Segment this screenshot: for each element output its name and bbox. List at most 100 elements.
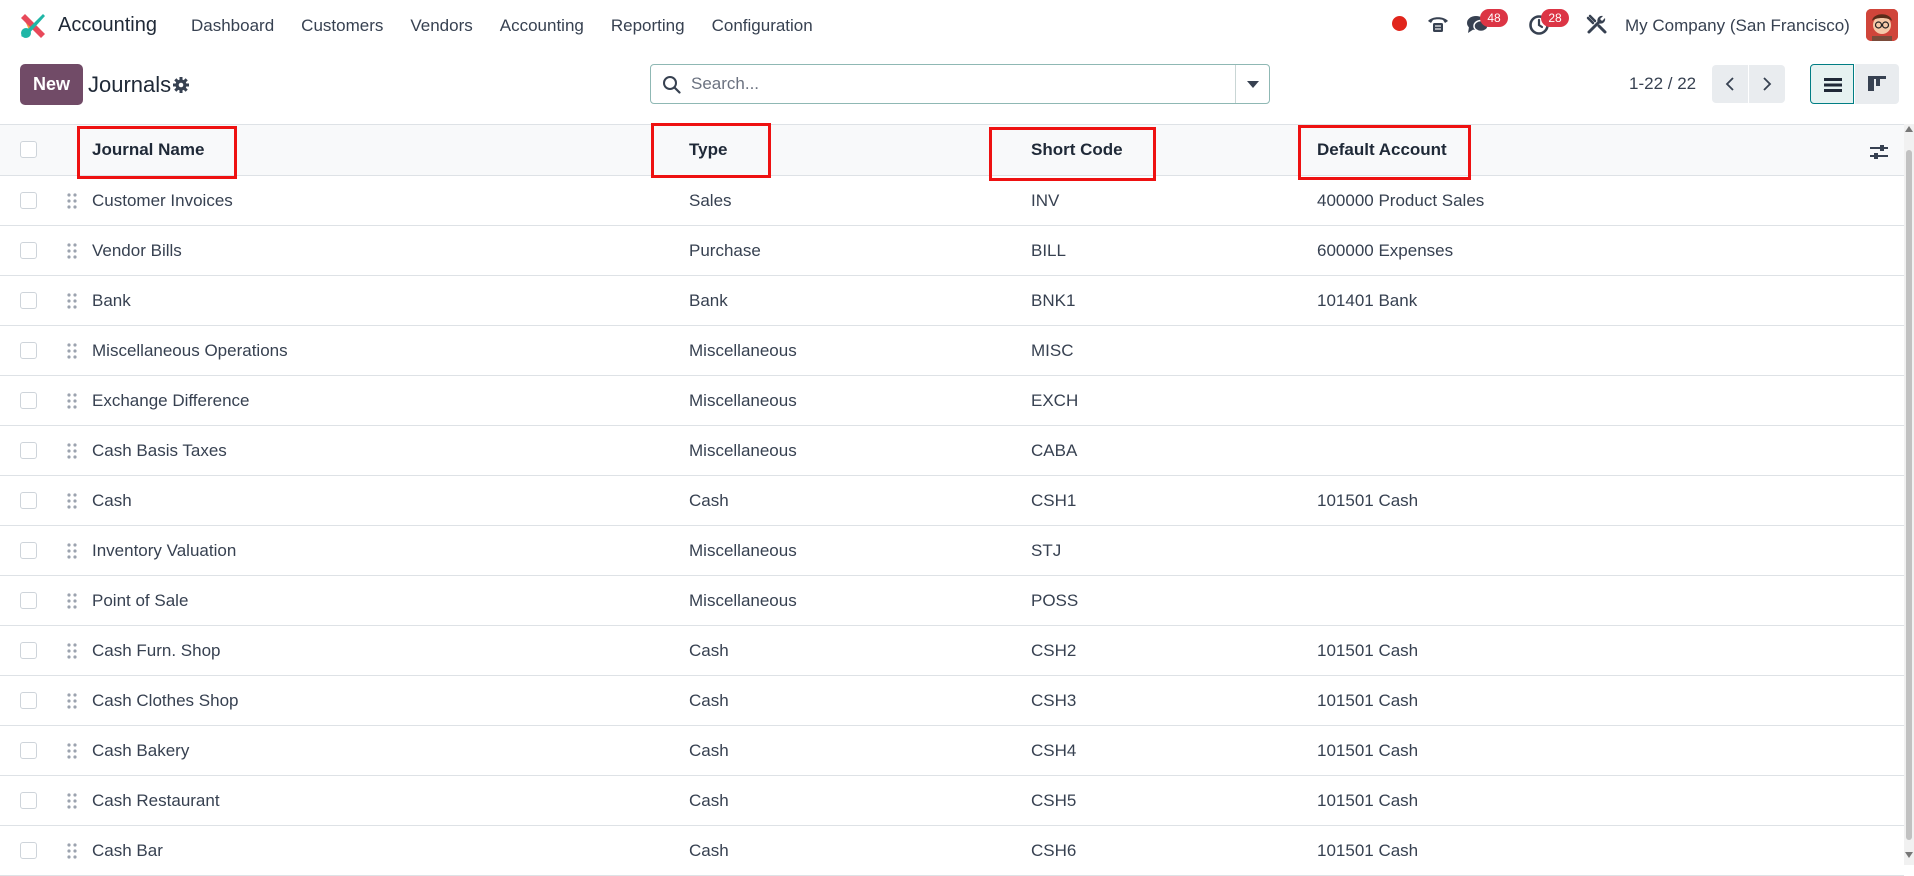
row-checkbox[interactable]: [20, 342, 37, 359]
cell-type: Cash: [689, 791, 729, 810]
cell-default-account: 101501 Cash: [1317, 691, 1419, 710]
table-row[interactable]: Cash Restaurant Cash CSH5 101501 Cash: [0, 776, 1904, 826]
table-row[interactable]: Cash Bar Cash CSH6 101501 Cash: [0, 826, 1904, 876]
cell-short-code: EXCH: [1031, 391, 1079, 410]
scrollbar-thumb[interactable]: [1906, 150, 1912, 840]
list-view-button[interactable]: [1810, 64, 1854, 104]
phone-icon[interactable]: [1426, 12, 1450, 36]
row-checkbox[interactable]: [20, 392, 37, 409]
drag-handle-icon[interactable]: [66, 242, 78, 260]
row-checkbox[interactable]: [20, 742, 37, 759]
drag-handle-icon[interactable]: [66, 442, 78, 460]
recording-status-icon[interactable]: [1392, 16, 1407, 31]
drag-handle-icon[interactable]: [66, 592, 78, 610]
cell-default-account: 101501 Cash: [1317, 641, 1419, 660]
highlight-box-journal-name: [77, 126, 237, 179]
cell-journal-name: Point of Sale: [92, 591, 189, 610]
table-row[interactable]: Point of Sale Miscellaneous POSS: [0, 576, 1904, 626]
drag-handle-icon[interactable]: [66, 792, 78, 810]
accounting-app-icon[interactable]: [19, 12, 47, 40]
cell-journal-name: Cash Furn. Shop: [92, 641, 221, 660]
table-row[interactable]: Miscellaneous Operations Miscellaneous MIS…: [0, 326, 1904, 376]
row-checkbox[interactable]: [20, 542, 37, 559]
row-checkbox[interactable]: [20, 442, 37, 459]
cell-default-account: 600000 Expenses: [1317, 241, 1454, 260]
menu-reporting[interactable]: Reporting: [611, 16, 685, 36]
scroll-up-arrow-icon[interactable]: [1905, 126, 1913, 132]
cell-short-code: BILL: [1031, 241, 1066, 260]
drag-handle-icon[interactable]: [66, 542, 78, 560]
row-checkbox[interactable]: [20, 642, 37, 659]
drag-handle-icon[interactable]: [66, 842, 78, 860]
messages-count-badge: 48: [1480, 9, 1508, 27]
pager-value[interactable]: 1-22 / 22: [1629, 74, 1696, 94]
drag-handle-icon[interactable]: [66, 492, 78, 510]
pager-previous-button[interactable]: [1712, 65, 1748, 103]
drag-handle-icon[interactable]: [66, 692, 78, 710]
cell-type: Miscellaneous: [689, 341, 797, 360]
drag-handle-icon[interactable]: [66, 292, 78, 310]
cell-short-code: CSH2: [1031, 641, 1077, 660]
list-view-icon: [1824, 78, 1842, 92]
table-row[interactable]: Cash Cash CSH1 101501 Cash: [0, 476, 1904, 526]
cell-journal-name: Bank: [92, 291, 131, 310]
menu-dashboard[interactable]: Dashboard: [191, 16, 274, 36]
table-row[interactable]: Cash Furn. Shop Cash CSH2 101501 Cash: [0, 626, 1904, 676]
cell-journal-name: Cash Bar: [92, 841, 163, 860]
company-switcher[interactable]: My Company (San Francisco): [1625, 16, 1850, 36]
row-checkbox[interactable]: [20, 492, 37, 509]
cell-default-account: 400000 Product Sales: [1317, 191, 1485, 210]
drag-handle-icon[interactable]: [66, 392, 78, 410]
menu-vendors[interactable]: Vendors: [410, 16, 472, 36]
cell-journal-name: Customer Invoices: [92, 191, 233, 210]
drag-handle-icon[interactable]: [66, 642, 78, 660]
cell-type: Sales: [689, 191, 732, 210]
row-checkbox[interactable]: [20, 842, 37, 859]
row-checkbox[interactable]: [20, 192, 37, 209]
search-input[interactable]: [691, 72, 1211, 96]
menu-configuration[interactable]: Configuration: [712, 16, 813, 36]
table-row[interactable]: Cash Bakery Cash CSH4 101501 Cash: [0, 726, 1904, 776]
cell-type: Miscellaneous: [689, 541, 797, 560]
table-row[interactable]: Inventory Valuation Miscellaneous STJ: [0, 526, 1904, 576]
pager-next-button[interactable]: [1749, 65, 1785, 103]
row-checkbox[interactable]: [20, 692, 37, 709]
cell-default-account: 101501 Cash: [1317, 491, 1419, 510]
user-avatar[interactable]: [1866, 9, 1898, 41]
row-checkbox[interactable]: [20, 242, 37, 259]
cell-type: Bank: [689, 291, 728, 310]
drag-handle-icon[interactable]: [66, 342, 78, 360]
highlight-box-short-code: [989, 127, 1156, 181]
table-row[interactable]: Exchange Difference Miscellaneous EXCH: [0, 376, 1904, 426]
kanban-view-button[interactable]: [1855, 64, 1899, 104]
row-checkbox[interactable]: [20, 592, 37, 609]
row-checkbox[interactable]: [20, 792, 37, 809]
optional-columns-icon[interactable]: [1869, 143, 1889, 161]
cell-short-code: CSH1: [1031, 491, 1077, 510]
gear-icon[interactable]: [172, 76, 190, 94]
cell-short-code: MISC: [1031, 341, 1074, 360]
menu-customers[interactable]: Customers: [301, 16, 383, 36]
debug-tools-icon[interactable]: [1586, 13, 1608, 35]
journals-list: Journal Name Type Short Code Default Acc…: [0, 123, 1904, 876]
cell-short-code: CSH5: [1031, 791, 1077, 810]
table-row[interactable]: Cash Basis Taxes Miscellaneous CABA: [0, 426, 1904, 476]
menu-accounting[interactable]: Accounting: [500, 16, 584, 36]
table-row[interactable]: Bank Bank BNK1 101401 Bank: [0, 276, 1904, 326]
drag-handle-icon[interactable]: [66, 742, 78, 760]
cell-default-account: 101501 Cash: [1317, 791, 1419, 810]
search-options-toggle[interactable]: [1236, 65, 1270, 103]
cell-type: Purchase: [689, 241, 761, 260]
table-row[interactable]: Customer Invoices Sales INV 400000 Product …: [0, 176, 1904, 226]
page-title[interactable]: Journals: [88, 72, 171, 98]
scroll-down-arrow-icon[interactable]: [1905, 852, 1913, 858]
select-all-checkbox[interactable]: [20, 141, 37, 158]
cell-type: Miscellaneous: [689, 441, 797, 460]
table-row[interactable]: Vendor Bills Purchase BILL 600000 Expenses: [0, 226, 1904, 276]
table-row[interactable]: Cash Clothes Shop Cash CSH3 101501 Cash: [0, 676, 1904, 726]
drag-handle-icon[interactable]: [66, 192, 78, 210]
cell-journal-name: Inventory Valuation: [92, 541, 237, 560]
row-checkbox[interactable]: [20, 292, 37, 309]
app-name[interactable]: Accounting: [58, 14, 157, 37]
new-button[interactable]: New: [20, 64, 83, 105]
